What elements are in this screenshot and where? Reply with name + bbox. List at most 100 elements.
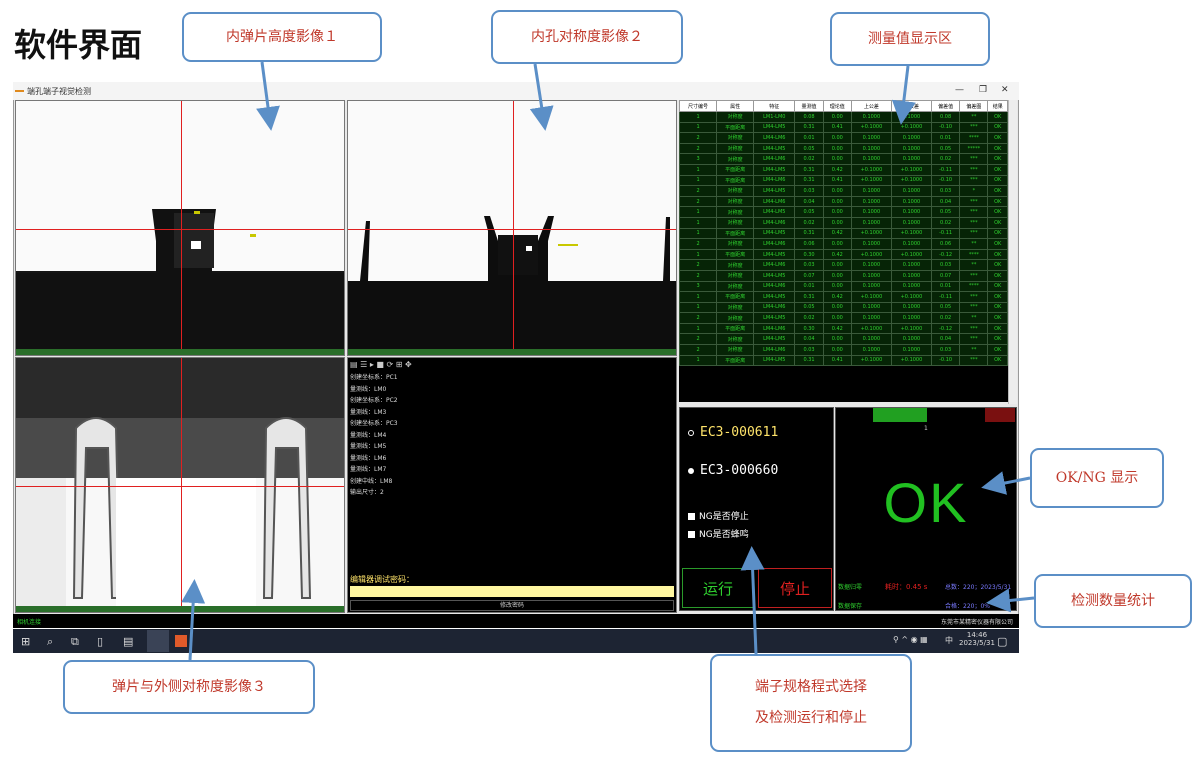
table-row[interactable]: 1 平面距离 LM4-LM6 0.30 0.42 +0.1000 +0.1000 -0.12 *… [679, 322, 1008, 335]
tree-item[interactable]: 量测线：LM6 [350, 453, 398, 465]
table-cell: 1 [679, 301, 718, 314]
clock[interactable]: 14:46 2023/5/31 [959, 631, 995, 647]
edit-password-input[interactable] [350, 586, 674, 597]
table-cell: 0.05 [794, 206, 824, 218]
table-row[interactable]: 2 对称度 LM4-LM5 0.03 0.00 0.1000 0.1000 0.03 * OK [679, 185, 1008, 197]
table-row[interactable]: 1 对称度 LM4-LM5 0.05 0.00 0.1000 0.1000 0.05 *** OK [679, 206, 1008, 218]
image-panel-3[interactable] [15, 357, 345, 613]
tree-item[interactable]: 创建坐标系：PC2 [350, 395, 398, 407]
table-cell: 0.1000 [850, 301, 892, 314]
tray-icons[interactable]: ⚲ ^ ◉ ▦ [893, 635, 928, 644]
table-row[interactable]: 3 对称度 LM4-LM6 0.02 0.00 0.1000 0.1000 0.02 *** OK [679, 153, 1008, 165]
ng-stop-checkbox[interactable]: NG是否停止 [688, 509, 749, 522]
table-cell: LM4-LM5 [753, 312, 796, 324]
crosshair-h [348, 229, 676, 230]
table-cell: 对称度 [716, 269, 755, 282]
image-panel-1[interactable] [15, 100, 345, 356]
table-cell: +0.1000 [850, 354, 892, 367]
table-row[interactable]: 1 对称度 LM4-LM6 0.05 0.00 0.1000 0.1000 0.05 *** OK [679, 301, 1008, 314]
program-option-1[interactable]: EC3-000611 [688, 425, 778, 440]
table-row[interactable]: 2 对称度 LM4-LM5 0.04 0.00 0.1000 0.1000 0.04 *** OK [679, 333, 1008, 346]
slide-title: 软件界面 [14, 26, 143, 64]
table-cell: 0.00 [822, 185, 852, 197]
table-row[interactable]: 2 对称度 LM4-LM5 0.05 0.00 0.1000 0.1000 0.05 *****… [679, 142, 1008, 155]
tree-item[interactable]: 量测线：LM4 [350, 430, 398, 442]
run-button[interactable]: 运行 [682, 568, 754, 608]
maximize-button[interactable]: ❐ [979, 85, 987, 95]
change-password-button[interactable]: 修改密码 [350, 600, 674, 611]
windows-start-icon[interactable]: ⊞ [21, 635, 30, 648]
reset-button[interactable]: 数据归零 [838, 582, 862, 591]
measurement-table[interactable]: 尺寸编号 属性 特征 量测值 理论值 上公差 下公差 偏差值 偏差图 结果 1 对称度 LM1-LM0… [679, 100, 1008, 402]
table-cell: 0.03 [930, 344, 961, 356]
table-cell: 0.00 [822, 344, 852, 356]
table-cell: 0.30 [794, 322, 824, 335]
tree-item[interactable]: 量测线：LM3 [350, 407, 398, 419]
image-panel-2[interactable] [347, 100, 677, 356]
table-cell: 0.07 [794, 269, 824, 282]
tree-item[interactable]: 量测线：LM0 [350, 384, 398, 396]
table-row[interactable]: 3 对称度 LM4-LM6 0.01 0.00 0.1000 0.1000 0.01 **** O… [679, 280, 1008, 293]
table-row[interactable]: 2 对称度 LM4-LM6 0.06 0.00 0.1000 0.1000 0.06 ** OK [679, 238, 1008, 250]
table-row[interactable]: 1 平面距离 LM4-LM5 0.31 0.41 +0.1000 +0.1000 -0.10 *… [679, 121, 1008, 134]
table-row[interactable]: 1 平面距离 LM4-LM5 0.31 0.42 +0.1000 +0.1000 -0.11 *… [679, 227, 1008, 240]
close-button[interactable]: ✕ [1001, 85, 1009, 95]
table-cell: +0.1000 [850, 322, 892, 335]
table-cell: +0.1000 [850, 174, 892, 187]
table-row[interactable]: 1 对称度 LM1-LM0 0.08 0.00 0.1000 0.1000 0.08 ** OK [679, 111, 1008, 123]
table-row[interactable]: 2 对称度 LM4-LM6 0.01 0.00 0.1000 0.1000 0.01 **** O… [679, 132, 1008, 144]
total-count: 总数：220；2023/5/31 [945, 584, 1012, 591]
table-cell: 0.30 [794, 248, 824, 261]
tree-item[interactable]: 创建中线：LM8 [350, 476, 398, 488]
table-cell: 对称度 [716, 195, 755, 208]
table-row[interactable]: 2 对称度 LM4-LM6 0.03 0.00 0.1000 0.1000 0.03 ** OK [679, 259, 1008, 271]
tree-item[interactable]: 创建坐标系：PC3 [350, 418, 398, 430]
ime-indicator[interactable]: 中 [945, 635, 953, 646]
notification-icon[interactable]: ▢ [997, 635, 1007, 648]
tree-item[interactable]: 创建坐标系：PC1 [350, 372, 398, 384]
radio-icon [688, 429, 694, 436]
table-row[interactable]: 1 平面距离 LM4-LM5 0.31 0.42 +0.1000 +0.1000 -0.11 *… [679, 163, 1008, 176]
table-header-cell: 偏差值 [930, 100, 961, 112]
table-scrollbar[interactable] [1008, 100, 1017, 404]
table-row[interactable]: 2 对称度 LM4-LM6 0.03 0.00 0.1000 0.1000 0.03 ** OK [679, 344, 1008, 356]
tool-toolbar[interactable]: ▤ ☰ ▸ ■ ⟳ ⊞ ✥ [350, 360, 412, 369]
powerpoint-icon[interactable] [175, 635, 187, 647]
task-view-icon[interactable]: ⧉ [71, 635, 79, 649]
table-cell: 0.1000 [890, 185, 932, 197]
table-row[interactable]: 2 对称度 LM4-LM6 0.04 0.00 0.1000 0.1000 0.04 *** OK [679, 195, 1008, 208]
tool-tree[interactable]: 创建坐标系：PC1 量测线：LM0 创建坐标系：PC2 量测线：LM3 创建坐标… [350, 372, 398, 499]
ng-beep-checkbox[interactable]: NG是否蜂鸣 [688, 527, 749, 540]
table-cell: 1 [679, 121, 718, 134]
table-cell: LM4-LM5 [753, 142, 796, 155]
minimize-button[interactable]: — [955, 85, 964, 95]
save-button[interactable]: 数据保存 [838, 601, 862, 610]
table-row[interactable]: 2 对称度 LM4-LM5 0.02 0.00 0.1000 0.1000 0.02 ** OK [679, 312, 1008, 324]
table-row[interactable]: 1 平面距离 LM4-LM5 0.30 0.42 +0.1000 +0.1000 -0.12 *… [679, 248, 1008, 261]
table-cell: LM4-LM5 [753, 269, 796, 282]
table-cell: 0.1000 [890, 195, 932, 208]
table-cell: 0.05 [794, 301, 824, 314]
search-icon[interactable]: ⌕ [47, 635, 53, 649]
image-3-status [16, 606, 344, 612]
table-row[interactable]: 1 平面距离 LM4-LM6 0.31 0.41 +0.1000 +0.1000 -0.10 *… [679, 174, 1008, 187]
table-cell: 0.00 [822, 206, 852, 218]
table-cell: -0.10 [930, 354, 961, 367]
table-cell: +0.1000 [890, 227, 932, 240]
program-option-2[interactable]: EC3-000660 [688, 463, 778, 478]
tree-item[interactable]: 量测线：LM5 [350, 441, 398, 453]
stop-button[interactable]: 停止 [758, 568, 832, 608]
file-icon[interactable]: ▯ [97, 635, 103, 648]
table-cell: 对称度 [716, 216, 755, 229]
table-row[interactable]: 1 对称度 LM4-LM6 0.02 0.00 0.1000 0.1000 0.02 *** OK [679, 216, 1008, 229]
table-row[interactable]: 2 对称度 LM4-LM5 0.07 0.00 0.1000 0.1000 0.07 *** OK [679, 269, 1008, 282]
table-row[interactable]: 1 平面距离 LM4-LM5 0.31 0.42 +0.1000 +0.1000 -0.11 *… [679, 291, 1008, 303]
tree-item[interactable]: 输出尺寸：2 [350, 487, 398, 499]
ng-beep-label: NG是否蜂鸣 [699, 530, 749, 540]
tree-item[interactable]: 量测线：LM7 [350, 464, 398, 476]
app-taskbar-icon[interactable] [147, 630, 169, 652]
table-cell: **** [959, 132, 989, 144]
table-row[interactable]: 1 平面距离 LM4-LM5 0.31 0.41 +0.1000 +0.1000 -0.10 *… [679, 354, 1008, 367]
document-icon[interactable]: ▤ [123, 635, 133, 648]
table-cell: OK [987, 301, 1008, 314]
